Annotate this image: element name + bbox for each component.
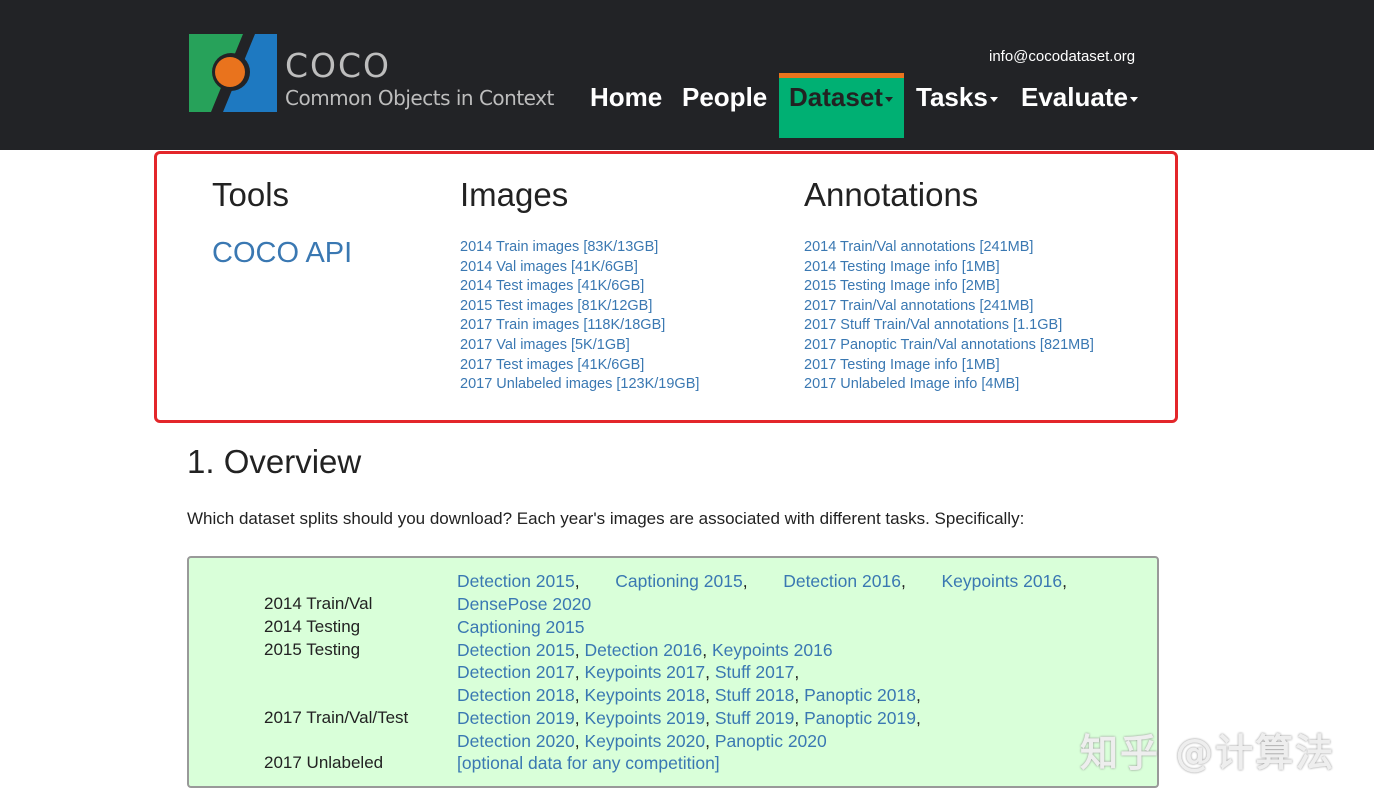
task-link[interactable]: Stuff 2017 bbox=[715, 662, 794, 682]
task-link[interactable]: Detection 2019 bbox=[457, 708, 575, 728]
split-label: 2017 Train/Val/Test bbox=[264, 708, 409, 727]
task-link[interactable]: Detection 2020 bbox=[457, 731, 575, 751]
split-tasks-row: Detection 2019, Keypoints 2019, Stuff 20… bbox=[457, 708, 921, 728]
annotation-download-link[interactable]: 2017 Unlabeled Image info [4MB] bbox=[804, 375, 1094, 395]
annotation-download-link[interactable]: 2015 Testing Image info [2MB] bbox=[804, 277, 1094, 297]
chevron-down-icon bbox=[1129, 96, 1138, 102]
task-link[interactable]: Captioning 2015 bbox=[457, 617, 584, 637]
nav-evaluate[interactable]: Evaluate bbox=[1021, 82, 1138, 113]
overview-text: Which dataset splits should you download… bbox=[187, 509, 1025, 528]
images-link-list: 2014 Train images [83K/13GB] 2014 Val im… bbox=[460, 238, 699, 395]
split-label: 2014 Testing bbox=[264, 617, 361, 636]
images-heading: Images bbox=[460, 176, 569, 213]
image-download-link[interactable]: 2015 Test images [81K/12GB] bbox=[460, 297, 699, 317]
image-download-link[interactable]: 2017 Unlabeled images [123K/19GB] bbox=[460, 375, 699, 395]
annotations-heading: Annotations bbox=[804, 176, 979, 213]
task-link[interactable]: Panoptic 2018 bbox=[804, 685, 916, 705]
nav-people[interactable]: People bbox=[682, 82, 767, 113]
nav-home[interactable]: Home bbox=[590, 82, 662, 113]
task-link[interactable]: Keypoints 2017 bbox=[584, 662, 705, 682]
contact-email-link[interactable]: info@cocodataset.org bbox=[989, 48, 1135, 65]
nav-tasks[interactable]: Tasks bbox=[916, 82, 998, 113]
nav-dataset[interactable]: Dataset bbox=[789, 82, 893, 113]
split-tasks-row: Detection 2015, Detection 2016, Keypoint… bbox=[457, 640, 833, 660]
split-tasks-row: Detection 2017, Keypoints 2017, Stuff 20… bbox=[457, 662, 800, 682]
nav-evaluate-label: Evaluate bbox=[1021, 82, 1128, 112]
task-link[interactable]: Keypoints 2019 bbox=[584, 708, 705, 728]
task-link[interactable]: Stuff 2018 bbox=[715, 685, 794, 705]
image-download-link[interactable]: 2017 Val images [5K/1GB] bbox=[460, 336, 699, 356]
task-link[interactable]: Keypoints 2018 bbox=[584, 685, 705, 705]
task-link[interactable]: Detection 2015 bbox=[457, 640, 575, 660]
chevron-down-icon bbox=[884, 96, 893, 102]
task-link[interactable]: Detection 2015 bbox=[457, 571, 575, 591]
task-link[interactable]: Keypoints 2016 bbox=[712, 640, 833, 660]
brand-name[interactable]: COCO bbox=[285, 46, 391, 85]
split-tasks-row: Detection 2015, Captioning 2015, Detecti… bbox=[457, 571, 1067, 591]
split-label: 2014 Train/Val bbox=[264, 594, 373, 613]
annotation-download-link[interactable]: 2017 Train/Val annotations [241MB] bbox=[804, 297, 1094, 317]
brand-tagline: Common Objects in Context bbox=[285, 86, 554, 110]
overview-title: 1. Overview bbox=[187, 443, 362, 480]
split-tasks-row: Detection 2018, Keypoints 2018, Stuff 20… bbox=[457, 685, 921, 705]
task-link[interactable]: Detection 2016 bbox=[783, 571, 901, 591]
image-download-link[interactable]: 2017 Train images [118K/18GB] bbox=[460, 316, 699, 336]
task-link[interactable]: Keypoints 2020 bbox=[584, 731, 705, 751]
task-link[interactable]: DensePose 2020 bbox=[457, 594, 591, 614]
annotation-download-link[interactable]: 2017 Stuff Train/Val annotations [1.1GB] bbox=[804, 316, 1094, 336]
task-link[interactable]: Detection 2017 bbox=[457, 662, 575, 682]
task-link[interactable]: Stuff 2019 bbox=[715, 708, 794, 728]
coco-api-link[interactable]: COCO API bbox=[212, 237, 352, 270]
nav-home-label: Home bbox=[590, 82, 663, 112]
annotation-download-link[interactable]: 2014 Train/Val annotations [241MB] bbox=[804, 238, 1094, 258]
task-link[interactable]: Detection 2018 bbox=[457, 685, 575, 705]
task-link[interactable]: Detection 2016 bbox=[584, 640, 702, 660]
chevron-down-icon bbox=[989, 96, 998, 102]
task-link[interactable]: Captioning 2015 bbox=[615, 571, 742, 591]
task-link[interactable]: Panoptic 2019 bbox=[804, 708, 916, 728]
navbar: COCO Common Objects in Context info@coco… bbox=[0, 0, 1374, 150]
task-link[interactable]: Keypoints 2016 bbox=[941, 571, 1062, 591]
nav-dataset-label: Dataset bbox=[789, 82, 883, 112]
tools-heading: Tools bbox=[212, 176, 290, 213]
split-tasks-row: Detection 2020, Keypoints 2020, Panoptic… bbox=[457, 731, 827, 751]
image-download-link[interactable]: 2014 Train images [83K/13GB] bbox=[460, 238, 699, 258]
coco-logo-icon[interactable] bbox=[189, 34, 277, 112]
nav-tasks-label: Tasks bbox=[916, 82, 988, 112]
task-link[interactable]: Panoptic 2020 bbox=[715, 731, 827, 751]
watermark: 知乎 @计算法 bbox=[1080, 731, 1336, 775]
annotation-download-link[interactable]: 2017 Panoptic Train/Val annotations [821… bbox=[804, 336, 1094, 356]
annotation-download-link[interactable]: 2017 Testing Image info [1MB] bbox=[804, 356, 1094, 376]
image-download-link[interactable]: 2014 Val images [41K/6GB] bbox=[460, 258, 699, 278]
image-download-link[interactable]: 2014 Test images [41K/6GB] bbox=[460, 277, 699, 297]
task-link[interactable]: [optional data for any competition] bbox=[457, 753, 720, 773]
split-tasks-row: [optional data for any competition] bbox=[457, 753, 720, 774]
nav-people-label: People bbox=[682, 82, 768, 112]
annotation-download-link[interactable]: 2014 Testing Image info [1MB] bbox=[804, 258, 1094, 278]
split-label: 2017 Unlabeled bbox=[264, 753, 384, 772]
split-label: 2015 Testing bbox=[264, 640, 361, 659]
image-download-link[interactable]: 2017 Test images [41K/6GB] bbox=[460, 356, 699, 376]
split-tasks-row: Captioning 2015 bbox=[457, 617, 584, 638]
annotations-link-list: 2014 Train/Val annotations [241MB] 2014 … bbox=[804, 238, 1094, 395]
split-tasks-row: DensePose 2020 bbox=[457, 594, 591, 615]
